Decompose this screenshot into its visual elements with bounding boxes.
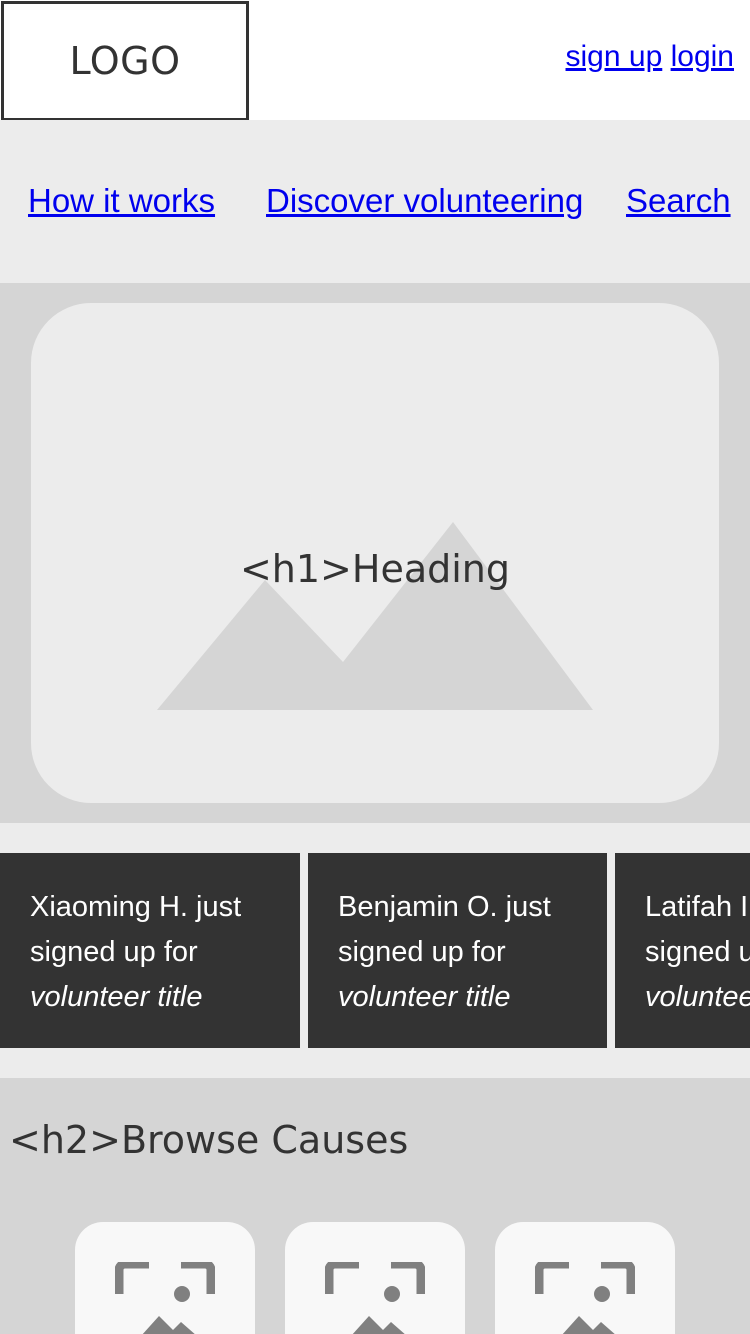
activity-card[interactable]: Latifah I. just signed up for volunteer … [615, 853, 750, 1048]
auth-links: sign up login [566, 40, 734, 74]
nav-how-it-works[interactable]: How it works [28, 182, 215, 220]
activity-card[interactable]: Benjamin O. just signed up for volunteer… [308, 853, 607, 1048]
cause-tile[interactable] [75, 1222, 255, 1334]
hero-banner[interactable]: <h1>Heading [31, 303, 719, 803]
nav-discover-volunteering[interactable]: Discover volunteering [266, 182, 583, 220]
activity-feed: Xiaoming H. just signed up for volunteer… [0, 823, 750, 1078]
activity-line2: signed up for [645, 936, 750, 968]
image-placeholder-icon [115, 1262, 215, 1334]
logo[interactable]: LOGO [1, 1, 249, 121]
cause-tile[interactable] [495, 1222, 675, 1334]
sign-up-link[interactable]: sign up [566, 40, 663, 73]
image-placeholder-icon [325, 1262, 425, 1334]
browse-causes-section: <h2>Browse Causes [0, 1078, 750, 1334]
activity-line1: Benjamin O. just [338, 891, 551, 923]
nav-search[interactable]: Search [626, 182, 731, 220]
hero-section: <h1>Heading [0, 283, 750, 823]
cause-tile[interactable] [285, 1222, 465, 1334]
main-nav: How it works Discover volunteering Searc… [0, 120, 750, 283]
activity-line2: signed up for [338, 936, 506, 968]
volunteer-title: volunteer title [30, 981, 203, 1013]
header: LOGO sign up login [0, 0, 750, 121]
image-placeholder-icon [535, 1262, 635, 1334]
activity-line2: signed up for [30, 936, 198, 968]
login-link[interactable]: login [671, 40, 734, 73]
volunteer-title: volunteer title [645, 981, 750, 1013]
volunteer-title: volunteer title [338, 981, 511, 1013]
activity-card[interactable]: Xiaoming H. just signed up for volunteer… [0, 853, 300, 1048]
browse-causes-heading: <h2>Browse Causes [9, 1118, 409, 1162]
hero-heading: <h1>Heading [239, 547, 511, 591]
activity-line1: Xiaoming H. just [30, 891, 242, 923]
activity-line1: Latifah I. just [645, 891, 750, 923]
